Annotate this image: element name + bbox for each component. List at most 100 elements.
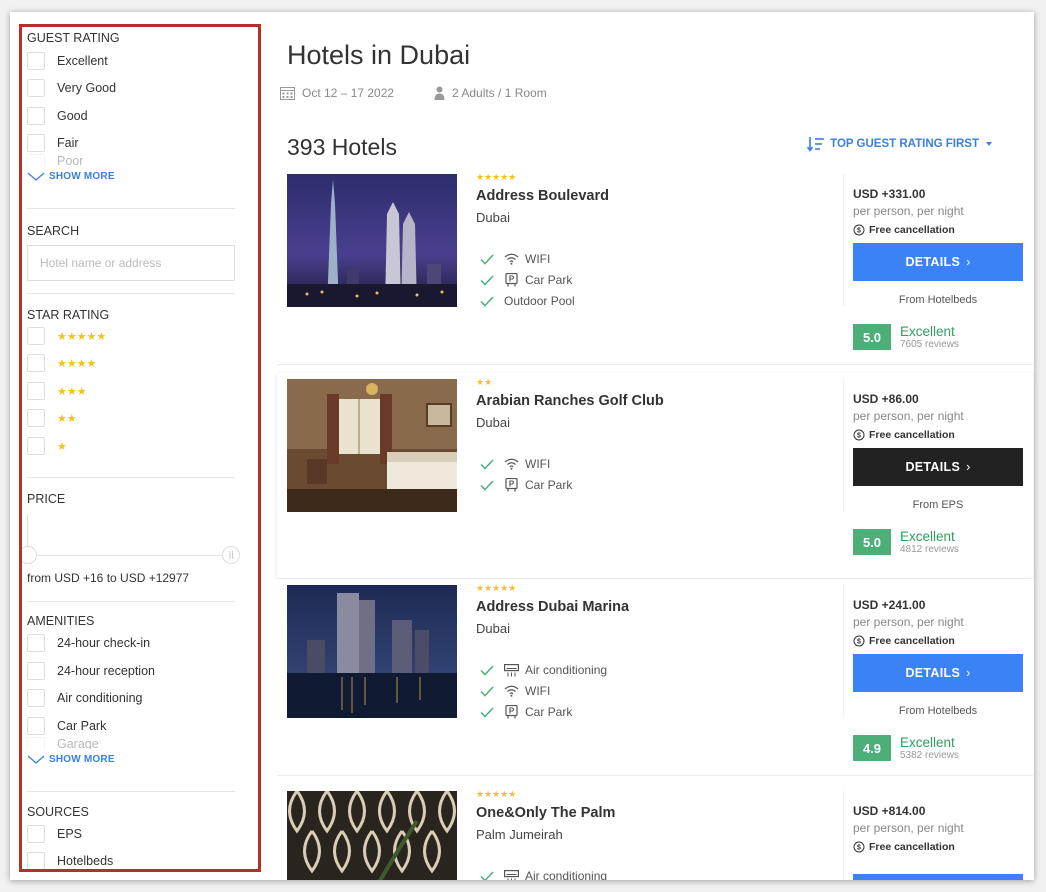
star-rating-4[interactable]: ★★★★ xyxy=(27,353,96,373)
checkbox[interactable] xyxy=(27,52,45,70)
option-label: 24-hour reception xyxy=(57,664,155,678)
guest-rating-very-good[interactable]: Very Good xyxy=(27,78,116,98)
amenity-24h-checkin[interactable]: 24-hour check-in xyxy=(27,633,150,653)
amenity-label: Car Park xyxy=(525,705,573,719)
details-button[interactable]: DETAILS › xyxy=(853,243,1023,281)
checkbox[interactable] xyxy=(27,634,45,652)
checkbox[interactable] xyxy=(27,409,45,427)
guest-rating-title: GUEST RATING xyxy=(27,31,120,45)
price-value: USD +814.00 xyxy=(853,804,926,818)
source-hotelbeds[interactable]: Hotelbeds xyxy=(27,851,114,869)
guest-rating-good[interactable]: Good xyxy=(27,106,88,126)
star-rating-1[interactable]: ★ xyxy=(27,436,67,456)
search-input[interactable]: Hotel name or address xyxy=(27,245,235,281)
checkbox[interactable] xyxy=(27,154,45,166)
amenity-label: Car Park xyxy=(525,273,573,287)
review-count[interactable]: 4812 reviews xyxy=(900,544,959,555)
hotel-name[interactable]: Address Dubai Marina xyxy=(476,599,629,615)
slider-tick xyxy=(27,514,28,548)
check-icon xyxy=(480,295,494,307)
guest-rating-excellent[interactable]: Excellent xyxy=(27,51,108,71)
divider xyxy=(27,477,235,478)
checkbox[interactable] xyxy=(27,437,45,455)
hotel-name[interactable]: Address Boulevard xyxy=(476,188,609,204)
star-icons: ★★★★★ xyxy=(57,330,107,343)
check-icon xyxy=(480,458,494,470)
search-title: SEARCH xyxy=(27,224,80,238)
hotel-card-one-and-only-the-palm[interactable]: ★★★★★ One&Only The Palm Palm Jumeirah Ai… xyxy=(277,785,1033,880)
checkbox[interactable] xyxy=(27,662,45,680)
show-more-label: SHOW MORE xyxy=(49,171,115,182)
amenities-show-more[interactable]: SHOW MORE xyxy=(27,754,115,765)
checkbox[interactable] xyxy=(27,852,45,869)
amenity-car-park[interactable]: Car Park xyxy=(27,716,106,736)
hotel-card-arabian-ranches[interactable]: ★★ Arabian Ranches Golf Club Dubai WIFI … xyxy=(277,373,1033,578)
checkbox[interactable] xyxy=(27,354,45,372)
hotel-photo[interactable] xyxy=(287,379,457,512)
price-slider-max-handle[interactable] xyxy=(222,546,240,564)
hotel-photo[interactable] xyxy=(287,585,457,718)
wifi-icon xyxy=(504,685,519,697)
star-rating-title: STAR RATING xyxy=(27,308,110,322)
wifi-icon xyxy=(504,253,519,265)
amenity-air-conditioning[interactable]: Air conditioning xyxy=(27,688,142,708)
star-rating-5[interactable]: ★★★★★ xyxy=(27,326,106,346)
checkbox[interactable] xyxy=(27,107,45,125)
guest-rating-fair[interactable]: Fair xyxy=(27,133,79,153)
hotel-card-address-dubai-marina[interactable]: ★★★★★ Address Dubai Marina Dubai Air con… xyxy=(277,579,1033,784)
hotel-photo[interactable] xyxy=(287,791,457,880)
details-button[interactable]: DETAILS › xyxy=(853,654,1023,692)
chevron-right-icon: › xyxy=(966,460,971,474)
amenity-air-conditioning: Air conditioning xyxy=(480,867,607,880)
checkbox[interactable] xyxy=(27,825,45,843)
details-button[interactable]: DETAILS › xyxy=(853,448,1023,486)
checkbox[interactable] xyxy=(27,382,45,400)
free-cancellation-label: Free cancellation xyxy=(869,224,955,236)
free-cancellation: $ Free cancellation xyxy=(853,429,955,441)
review-count[interactable]: 7605 reviews xyxy=(900,339,959,350)
chevron-down-icon xyxy=(27,172,45,181)
guest-rating-show-more[interactable]: SHOW MORE xyxy=(27,171,115,182)
check-icon xyxy=(480,274,494,286)
price-range-text: from USD +16 to USD +12977 xyxy=(27,571,190,585)
guest-rating-poor[interactable]: Poor xyxy=(27,154,83,166)
hotel-photo[interactable] xyxy=(287,174,457,307)
svg-text:$: $ xyxy=(857,639,861,646)
source-label: From EPS xyxy=(912,499,964,511)
star-rating-2[interactable]: ★★ xyxy=(27,408,77,428)
refund-icon: $ xyxy=(853,841,865,853)
checkbox[interactable] xyxy=(27,717,45,735)
amenity-garage[interactable]: Garage xyxy=(27,737,99,749)
review-count[interactable]: 5382 reviews xyxy=(900,750,959,761)
sort-dropdown[interactable]: TOP GUEST RATING FIRST xyxy=(807,136,1000,152)
chevron-right-icon: › xyxy=(966,666,971,680)
source-eps[interactable]: EPS xyxy=(27,824,82,844)
option-label: Very Good xyxy=(57,81,117,95)
amenity-24h-reception[interactable]: 24-hour reception xyxy=(27,661,155,681)
checkbox[interactable] xyxy=(27,79,45,97)
checkbox[interactable] xyxy=(27,689,45,707)
divider xyxy=(843,585,844,717)
hotel-card-address-boulevard[interactable]: ★★★★★ Address Boulevard Dubai WIFI P Car… xyxy=(277,168,1033,373)
hotel-name[interactable]: Arabian Ranches Golf Club xyxy=(476,393,664,409)
results-count: 393 Hotels xyxy=(287,134,397,160)
amenity-label: Outdoor Pool xyxy=(504,294,575,308)
price-value: USD +241.00 xyxy=(853,598,926,612)
checkbox[interactable] xyxy=(27,737,45,749)
rating-badge: 5.0 xyxy=(853,324,891,350)
details-button[interactable] xyxy=(853,874,1023,880)
wifi-icon xyxy=(504,458,519,470)
checkbox[interactable] xyxy=(27,134,45,152)
amenity-label: Air conditioning xyxy=(525,869,608,880)
chevron-right-icon: › xyxy=(966,255,971,269)
star-rating-3[interactable]: ★★★ xyxy=(27,381,87,401)
price-slider-min-handle[interactable] xyxy=(22,546,37,564)
price-slider-track[interactable] xyxy=(29,555,234,560)
option-label: Hotelbeds xyxy=(57,854,114,868)
check-icon xyxy=(480,706,494,718)
rating-word: Excellent xyxy=(900,529,955,544)
hotel-name[interactable]: One&Only The Palm xyxy=(476,805,615,821)
checkbox[interactable] xyxy=(27,327,45,345)
hotel-star-icons: ★★★★★ xyxy=(476,789,517,799)
price-title: PRICE xyxy=(27,492,66,506)
